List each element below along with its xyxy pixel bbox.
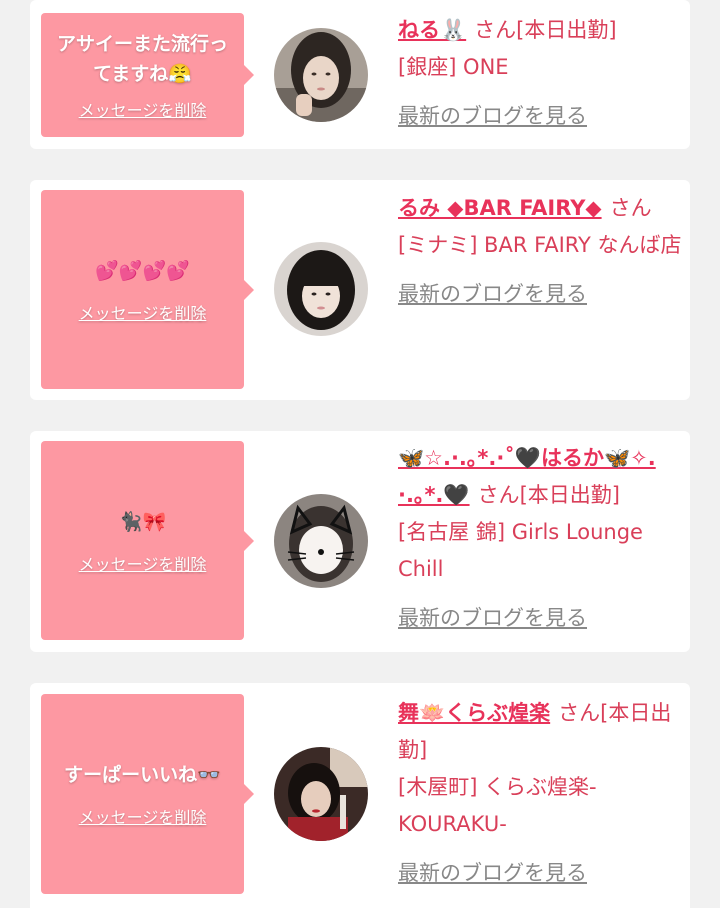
cast-name-link[interactable]: るみ ◆BAR FAIRY◆ — [398, 196, 602, 220]
delete-message-link[interactable]: メッセージを削除 — [79, 97, 207, 121]
favorite-card: すーぱーいいね👓 メッセージを削除 舞🪷くらぶ煌楽 さん[本日出勤] [木屋町] … — [30, 683, 690, 908]
message-text: 🐈‍⬛🎀 — [118, 510, 167, 533]
cast-name-link[interactable]: 舞🪷くらぶ煌楽 — [398, 701, 550, 725]
honorific: さん — [474, 18, 517, 42]
cast-info: るみ ◆BAR FAIRY◆ さん [ミナミ] BAR FAIRY なんば店 最新… — [398, 190, 682, 313]
work-status: [本日出勤] — [519, 483, 620, 507]
message-bubble: 🐈‍⬛🎀 メッセージを削除 — [41, 441, 254, 640]
message-bubble: 💕💕💕💕 メッセージを削除 — [41, 190, 254, 389]
favorites-list: アサイーまた流行ってますね😤 メッセージを削除 ねる🐰 さん[本日出勤] [銀座]… — [0, 0, 720, 908]
avatar[interactable] — [274, 28, 368, 122]
work-status: [本日出勤] — [516, 18, 617, 42]
message-text: 💕💕💕💕 — [95, 259, 190, 282]
honorific: さん — [477, 483, 520, 507]
cast-info: 🦋☆.·.｡*.·˚🖤はるか🦋✧.·.｡*.🖤 さん[本日出勤] [名古屋 錦] … — [398, 440, 682, 637]
area-shop: [ミナミ] BAR FAIRY なんば店 — [398, 233, 682, 257]
honorific: さん — [609, 196, 652, 220]
avatar[interactable] — [274, 747, 368, 841]
message-text: すーぱーいいね👓 — [64, 764, 221, 786]
honorific: さん — [558, 701, 601, 725]
message-text: アサイーまた流行ってますね😤 — [56, 33, 228, 85]
message-bubble: すーぱーいいね👓 メッセージを削除 — [41, 694, 254, 894]
avatar[interactable] — [274, 242, 368, 336]
name-line: 🦋☆.·.｡*.·˚🖤はるか🦋✧.·.｡*.🖤 さん[本日出勤] — [398, 440, 682, 514]
favorite-card: 🐈‍⬛🎀 メッセージを削除 🦋☆.·.｡*.·˚🖤はるか🦋✧.·.｡*.🖤 さん[… — [30, 431, 690, 652]
area-shop: [銀座] ONE — [398, 55, 509, 79]
message-bubble: アサイーまた流行ってますね😤 メッセージを削除 — [41, 13, 254, 137]
cast-name-link[interactable]: ねる🐰 — [398, 18, 466, 42]
area-shop: [名古屋 錦] Girls Lounge Chill — [398, 520, 643, 581]
latest-blog-link[interactable]: 最新のブログを見る — [398, 861, 587, 885]
delete-message-link[interactable]: メッセージを削除 — [79, 551, 207, 575]
name-line: 舞🪷くらぶ煌楽 さん[本日出勤] — [398, 695, 682, 769]
favorite-card: アサイーまた流行ってますね😤 メッセージを削除 ねる🐰 さん[本日出勤] [銀座]… — [30, 0, 690, 149]
name-line: るみ ◆BAR FAIRY◆ さん — [398, 190, 682, 227]
avatar[interactable] — [274, 494, 368, 588]
name-line: ねる🐰 さん[本日出勤] — [398, 12, 682, 49]
latest-blog-link[interactable]: 最新のブログを見る — [398, 606, 587, 630]
area-shop: [木屋町] くらぶ煌楽-KOURAKU- — [398, 775, 597, 836]
cast-info: ねる🐰 さん[本日出勤] [銀座] ONE 最新のブログを見る — [398, 12, 682, 135]
cast-info: 舞🪷くらぶ煌楽 さん[本日出勤] [木屋町] くらぶ煌楽-KOURAKU- 最新の… — [398, 695, 682, 892]
latest-blog-link[interactable]: 最新のブログを見る — [398, 104, 587, 128]
favorite-card: 💕💕💕💕 メッセージを削除 るみ ◆BAR FAIRY◆ さん [ミナミ] BAR… — [30, 180, 690, 400]
latest-blog-link[interactable]: 最新のブログを見る — [398, 282, 587, 306]
delete-message-link[interactable]: メッセージを削除 — [79, 300, 207, 324]
delete-message-link[interactable]: メッセージを削除 — [79, 804, 207, 828]
